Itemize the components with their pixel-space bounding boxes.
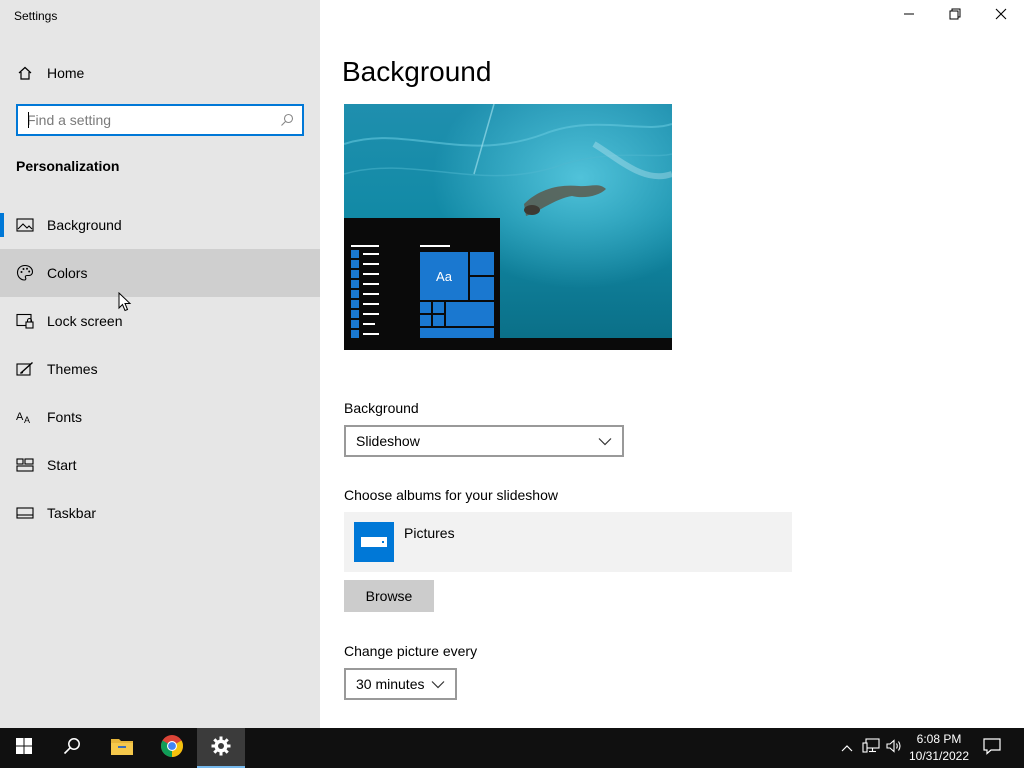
font-icon: AA [16,408,34,426]
search-button[interactable] [48,728,96,768]
folder-icon [354,522,394,562]
show-hidden-icons-button[interactable] [838,728,856,768]
nav-item-taskbar[interactable]: Taskbar [0,489,320,537]
nav-item-fonts[interactable]: AA Fonts [0,393,320,441]
search-input[interactable] [27,112,280,128]
mouse-cursor-icon [118,291,132,312]
taskbar: 6:08 PM 10/31/2022 [0,728,1024,768]
nav-item-label: Colors [47,265,88,281]
minimize-button[interactable] [886,0,932,32]
search-box[interactable] [16,104,304,136]
nav-item-start[interactable]: Start [0,441,320,489]
page-title: Background [342,56,492,87]
album-name: Pictures [404,525,455,541]
lock-screen-icon [16,312,34,330]
home-label: Home [47,65,85,81]
search-icon[interactable] [280,113,294,127]
nav-item-colors[interactable]: Colors [0,249,320,297]
nav-item-label: Themes [47,361,98,377]
svg-text:A: A [24,415,30,425]
nav-item-label: Lock screen [47,313,123,329]
minimize-icon [903,7,915,25]
close-icon [995,7,1007,25]
picture-icon [16,216,34,234]
restore-button[interactable] [932,0,978,32]
personalization-nav: Background Colors Lock screen Themes AA … [0,201,320,537]
nav-item-lock-screen[interactable]: Lock screen [0,297,320,345]
chevron-up-icon [841,739,853,757]
settings-icon [211,736,231,761]
taskbar-icon [16,504,34,522]
network-button[interactable] [860,728,882,768]
start-button[interactable] [0,728,48,768]
app-title: Settings [14,9,58,23]
nav-item-themes[interactable]: Themes [0,345,320,393]
volume-button[interactable] [884,728,904,768]
search-icon [63,737,81,760]
restore-icon [949,7,961,25]
action-center-button[interactable] [980,728,1004,768]
windows-logo-icon [16,737,32,759]
background-preview: Aa [344,104,672,350]
albums-label: Choose albums for your slideshow [344,487,558,503]
file-explorer-icon [110,736,134,761]
text-caret [28,112,29,128]
sidebar: Settings Home Personalization Background… [0,0,320,728]
nav-item-label: Background [47,217,122,233]
brush-icon [16,360,34,378]
chevron-down-icon [598,433,612,449]
preview-tile-text: Aa [436,268,452,284]
volume-icon [886,738,902,758]
nav-item-label: Taskbar [47,505,97,521]
network-icon [862,737,880,759]
clock-time: 6:08 PM [916,732,962,746]
palette-icon [16,264,34,282]
album-item-pictures[interactable]: Pictures [344,512,792,572]
start-icon [16,456,34,474]
preview-wallpaper [344,104,672,350]
nav-item-background[interactable]: Background [0,201,320,249]
home-nav-item[interactable]: Home [0,56,320,90]
nav-item-label: Fonts [47,409,83,425]
background-label: Background [344,400,419,416]
section-title: Personalization [16,158,120,174]
action-center-icon [983,737,1001,760]
settings-taskbar-button[interactable] [197,728,245,768]
background-dropdown-value: Slideshow [356,433,420,449]
chrome-icon [160,734,184,763]
file-explorer-button[interactable] [98,728,146,768]
background-dropdown[interactable]: Slideshow [344,425,624,457]
taskbar-clock[interactable]: 6:08 PM 10/31/2022 [902,731,976,765]
chrome-button[interactable] [148,728,196,768]
svg-text:A: A [16,411,24,423]
interval-label: Change picture every [344,643,478,659]
nav-item-label: Start [47,457,77,473]
home-icon [16,64,34,82]
interval-dropdown[interactable]: 30 minutes [344,668,457,700]
browse-button[interactable]: Browse [344,580,434,612]
interval-dropdown-value: 30 minutes [356,676,425,692]
clock-date: 10/31/2022 [908,749,970,763]
chevron-down-icon [431,676,445,692]
close-button[interactable] [978,0,1024,32]
